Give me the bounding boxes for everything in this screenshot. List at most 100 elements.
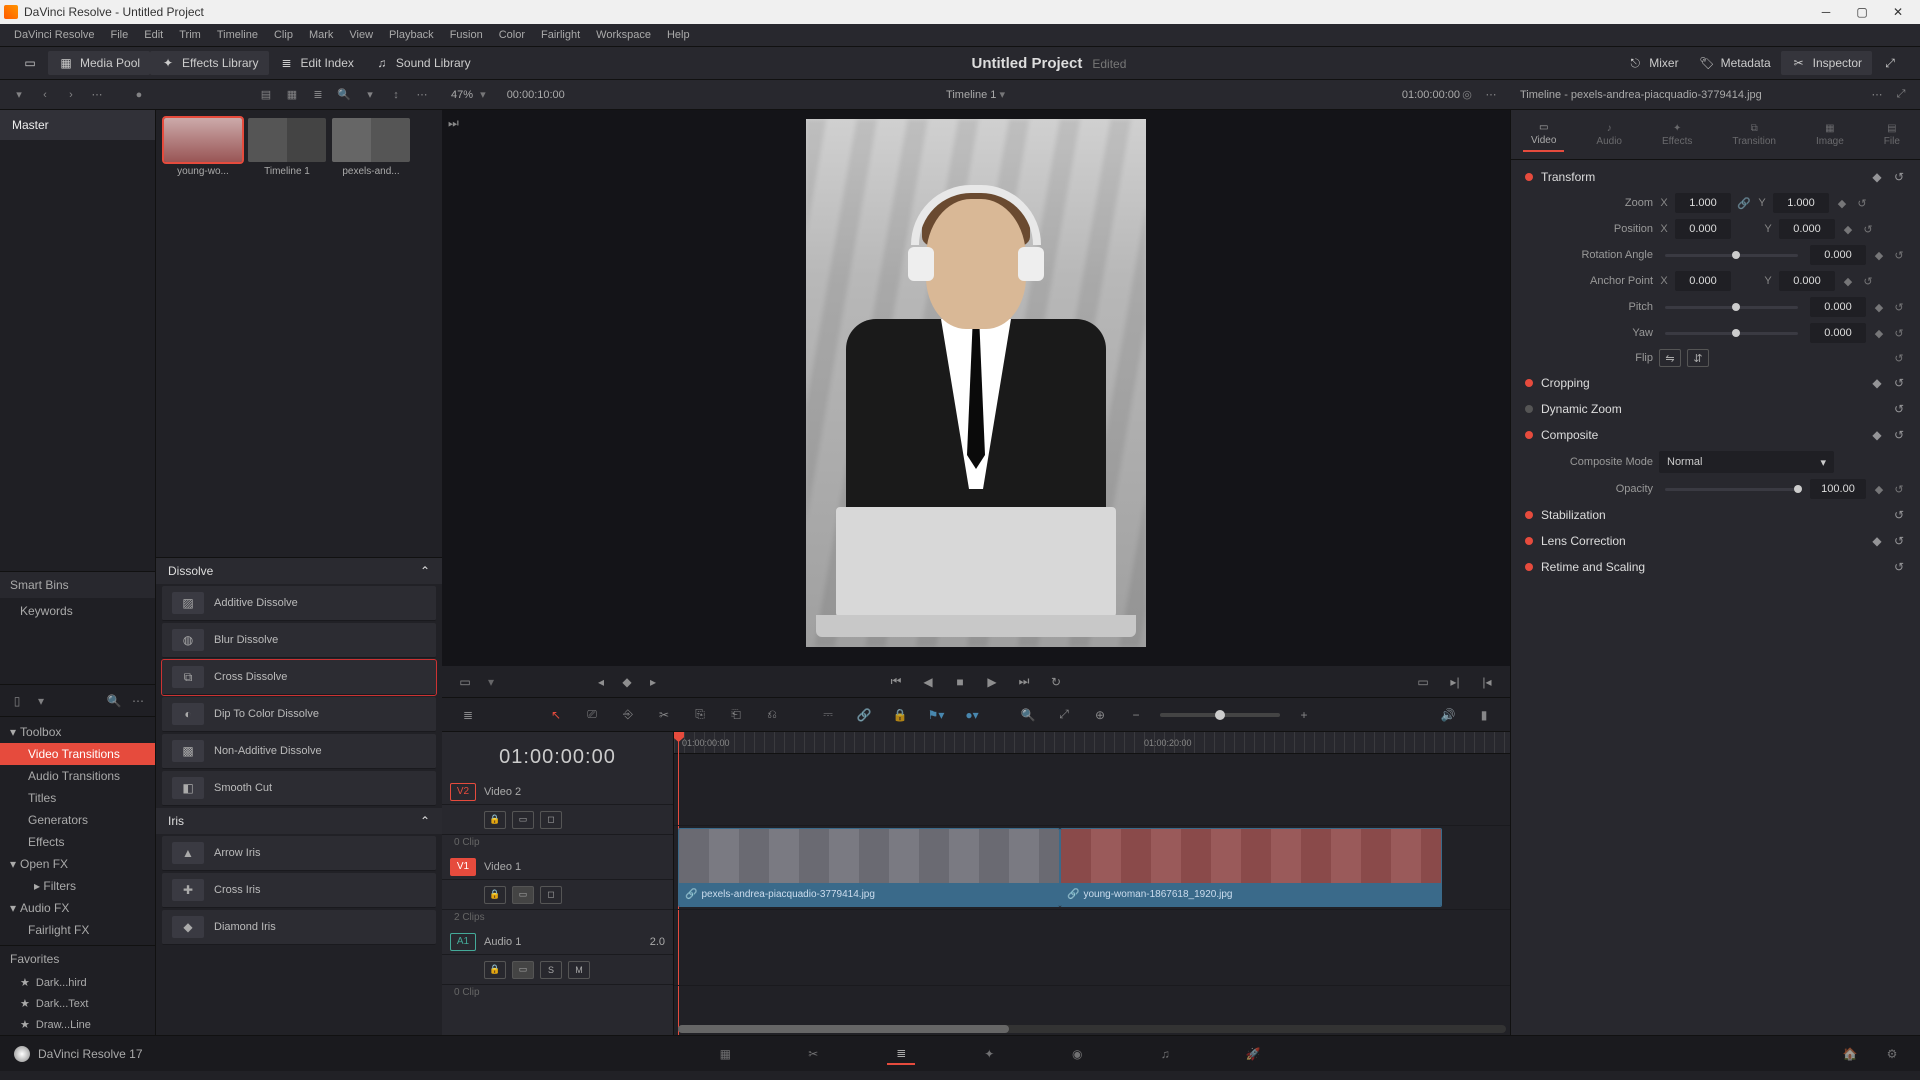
keyframe-icon[interactable]: ◆ (1872, 482, 1886, 496)
track-disable-button[interactable]: ◻ (540, 886, 562, 904)
sort-order-button[interactable]: ↕ (387, 86, 405, 104)
viewer[interactable]: ⏭ (442, 110, 1510, 656)
timeline-zoom-slider[interactable] (1160, 713, 1280, 717)
prev-frame-button[interactable]: ◀ (917, 671, 939, 693)
menu-help[interactable]: Help (659, 29, 698, 41)
reset-icon[interactable]: ↺ (1892, 534, 1906, 548)
mixer-toggle[interactable]: ⎋Mixer (1617, 51, 1688, 75)
fx-panel-options-button[interactable]: ⋯ (129, 692, 147, 710)
favorite-item[interactable]: ★Dark...Text (0, 993, 155, 1014)
inspector-tab-transition[interactable]: ⧉Transition (1724, 119, 1784, 151)
metadata-view-button[interactable]: ▤ (257, 86, 275, 104)
fx-category-dissolve[interactable]: Dissolve⌃ (156, 558, 442, 584)
timeline-ruler[interactable]: 01:00:00:00 01:00:20:00 (674, 732, 1510, 754)
section-cropping[interactable]: Cropping◆↺ (1511, 370, 1920, 396)
menu-workspace[interactable]: Workspace (588, 29, 659, 41)
audio-meter-toggle[interactable]: ▮ (1472, 705, 1496, 725)
next-clip-button[interactable]: ▸| (1444, 671, 1466, 693)
menu-fairlight[interactable]: Fairlight (533, 29, 588, 41)
fx-item-audio-transitions[interactable]: Audio Transitions (0, 765, 155, 787)
zoom-y-field[interactable]: 1.000 (1773, 193, 1829, 213)
expand-panel-button[interactable]: ⤢ (1872, 51, 1908, 75)
overwrite-tool[interactable]: ⎗ (724, 705, 748, 725)
menu-fusion[interactable]: Fusion (442, 29, 491, 41)
section-stabilization[interactable]: Stabilization↺ (1511, 502, 1920, 528)
keyframe-icon[interactable]: ◆ (1872, 326, 1886, 340)
project-settings-button[interactable]: ⚙ (1878, 1043, 1906, 1065)
fx-entry-cross-iris[interactable]: ✚Cross Iris (162, 873, 436, 908)
anchor-y-field[interactable]: 0.000 (1779, 271, 1835, 291)
reset-icon[interactable]: ↺ (1855, 196, 1869, 210)
search-timeline-button[interactable]: 🔍 (1016, 705, 1040, 725)
snap-toggle[interactable]: ⎓ (816, 705, 840, 725)
lock-toggle[interactable]: 🔒 (888, 705, 912, 725)
list-view-button[interactable]: ≣ (309, 86, 327, 104)
enable-dot-icon[interactable] (1525, 173, 1533, 181)
reset-icon[interactable]: ↺ (1861, 222, 1875, 236)
trim-tool[interactable]: ⎚ (580, 705, 604, 725)
effects-library-toggle[interactable]: ✦Effects Library (150, 51, 268, 75)
flag-button[interactable]: ⚑▾ (924, 705, 948, 725)
fx-entry-blur-dissolve[interactable]: ◍Blur Dissolve (162, 623, 436, 658)
inspector-tab-audio[interactable]: ♪Audio (1588, 119, 1630, 151)
dynamic-trim-tool[interactable]: ⎆ (616, 705, 640, 725)
reset-icon[interactable]: ↺ (1892, 300, 1906, 314)
smart-bins-header[interactable]: Smart Bins (0, 571, 155, 598)
reset-icon[interactable]: ↺ (1892, 402, 1906, 416)
menu-edit[interactable]: Edit (136, 29, 171, 41)
reset-icon[interactable]: ↺ (1892, 351, 1906, 365)
media-timeline[interactable]: Timeline 1 (248, 118, 326, 177)
page-cut[interactable]: ✂ (799, 1043, 827, 1065)
section-transform[interactable]: Transform◆↺ (1511, 164, 1920, 190)
enable-dot-icon[interactable] (1525, 379, 1533, 387)
next-edit-small-button[interactable]: ▸ (642, 671, 664, 693)
yaw-field[interactable]: 0.000 (1810, 323, 1866, 343)
favorites-header[interactable]: Favorites (0, 945, 155, 972)
page-deliver[interactable]: 🚀 (1239, 1043, 1267, 1065)
nav-forward-button[interactable]: › (62, 86, 80, 104)
fx-entry-arrow-iris[interactable]: ▲Arrow Iris (162, 836, 436, 871)
fx-item-fairlight-fx[interactable]: Fairlight FX (0, 919, 155, 941)
track-lock-button[interactable]: 🔒 (484, 886, 506, 904)
timeline-name-dropdown[interactable]: Timeline 1 ▾ (946, 88, 1005, 101)
track-dest-v1[interactable]: V1 (450, 858, 476, 876)
menu-color[interactable]: Color (491, 29, 533, 41)
home-button[interactable]: 🏠 (1836, 1043, 1864, 1065)
enable-dot-icon[interactable] (1525, 511, 1533, 519)
blade-tool[interactable]: ✂ (652, 705, 676, 725)
detail-zoom-button[interactable]: ⊕ (1088, 705, 1112, 725)
full-screen-viewer-button[interactable]: ▭ (12, 51, 48, 75)
search-media-button[interactable]: 🔍 (335, 86, 353, 104)
enable-dot-icon[interactable] (1525, 537, 1533, 545)
media-clip[interactable]: young-wo... (164, 118, 242, 177)
reset-icon[interactable]: ↺ (1892, 508, 1906, 522)
viewer-scrubber[interactable] (442, 656, 1510, 666)
enable-dot-icon[interactable] (1525, 405, 1533, 413)
zoom-x-field[interactable]: 1.000 (1675, 193, 1731, 213)
in-out-dropdown[interactable]: ▾ (480, 671, 502, 693)
link-xy-button[interactable]: 🔗 (1737, 196, 1751, 210)
bin-view-dropdown[interactable]: ▾ (10, 86, 28, 104)
track-header-a1[interactable]: A1 Audio 1 2.0 (442, 929, 673, 955)
marker-button[interactable]: ●▾ (960, 705, 984, 725)
enable-dot-icon[interactable] (1525, 563, 1533, 571)
inspector-tab-image[interactable]: ▦Image (1808, 119, 1852, 151)
favorite-item[interactable]: ★Draw...Line (0, 1014, 155, 1035)
fx-entry-non-additive-dissolve[interactable]: ▩Non-Additive Dissolve (162, 734, 436, 769)
arrow-tool[interactable]: ↖ (544, 705, 568, 725)
position-y-field[interactable]: 0.000 (1779, 219, 1835, 239)
fx-entry-additive-dissolve[interactable]: ▨Additive Dissolve (162, 586, 436, 621)
nav-back-button[interactable]: ‹ (36, 86, 54, 104)
go-to-end-button[interactable]: ⏭ (1013, 671, 1035, 693)
timeline-timecode[interactable]: 01:00:00:00 (442, 732, 673, 779)
menu-file[interactable]: File (103, 29, 137, 41)
fx-category-iris[interactable]: Iris⌃ (156, 808, 442, 834)
menu-timeline[interactable]: Timeline (209, 29, 266, 41)
pitch-field[interactable]: 0.000 (1810, 297, 1866, 317)
inspector-toggle[interactable]: ✂Inspector (1781, 51, 1872, 75)
keyframe-icon[interactable]: ◆ (1870, 534, 1884, 548)
viewer-zoom-pct[interactable]: 47% (451, 89, 473, 101)
yaw-slider[interactable] (1665, 332, 1798, 335)
thumbnail-view-button[interactable]: ▦ (283, 86, 301, 104)
minimize-button[interactable]: ─ (1808, 0, 1844, 24)
